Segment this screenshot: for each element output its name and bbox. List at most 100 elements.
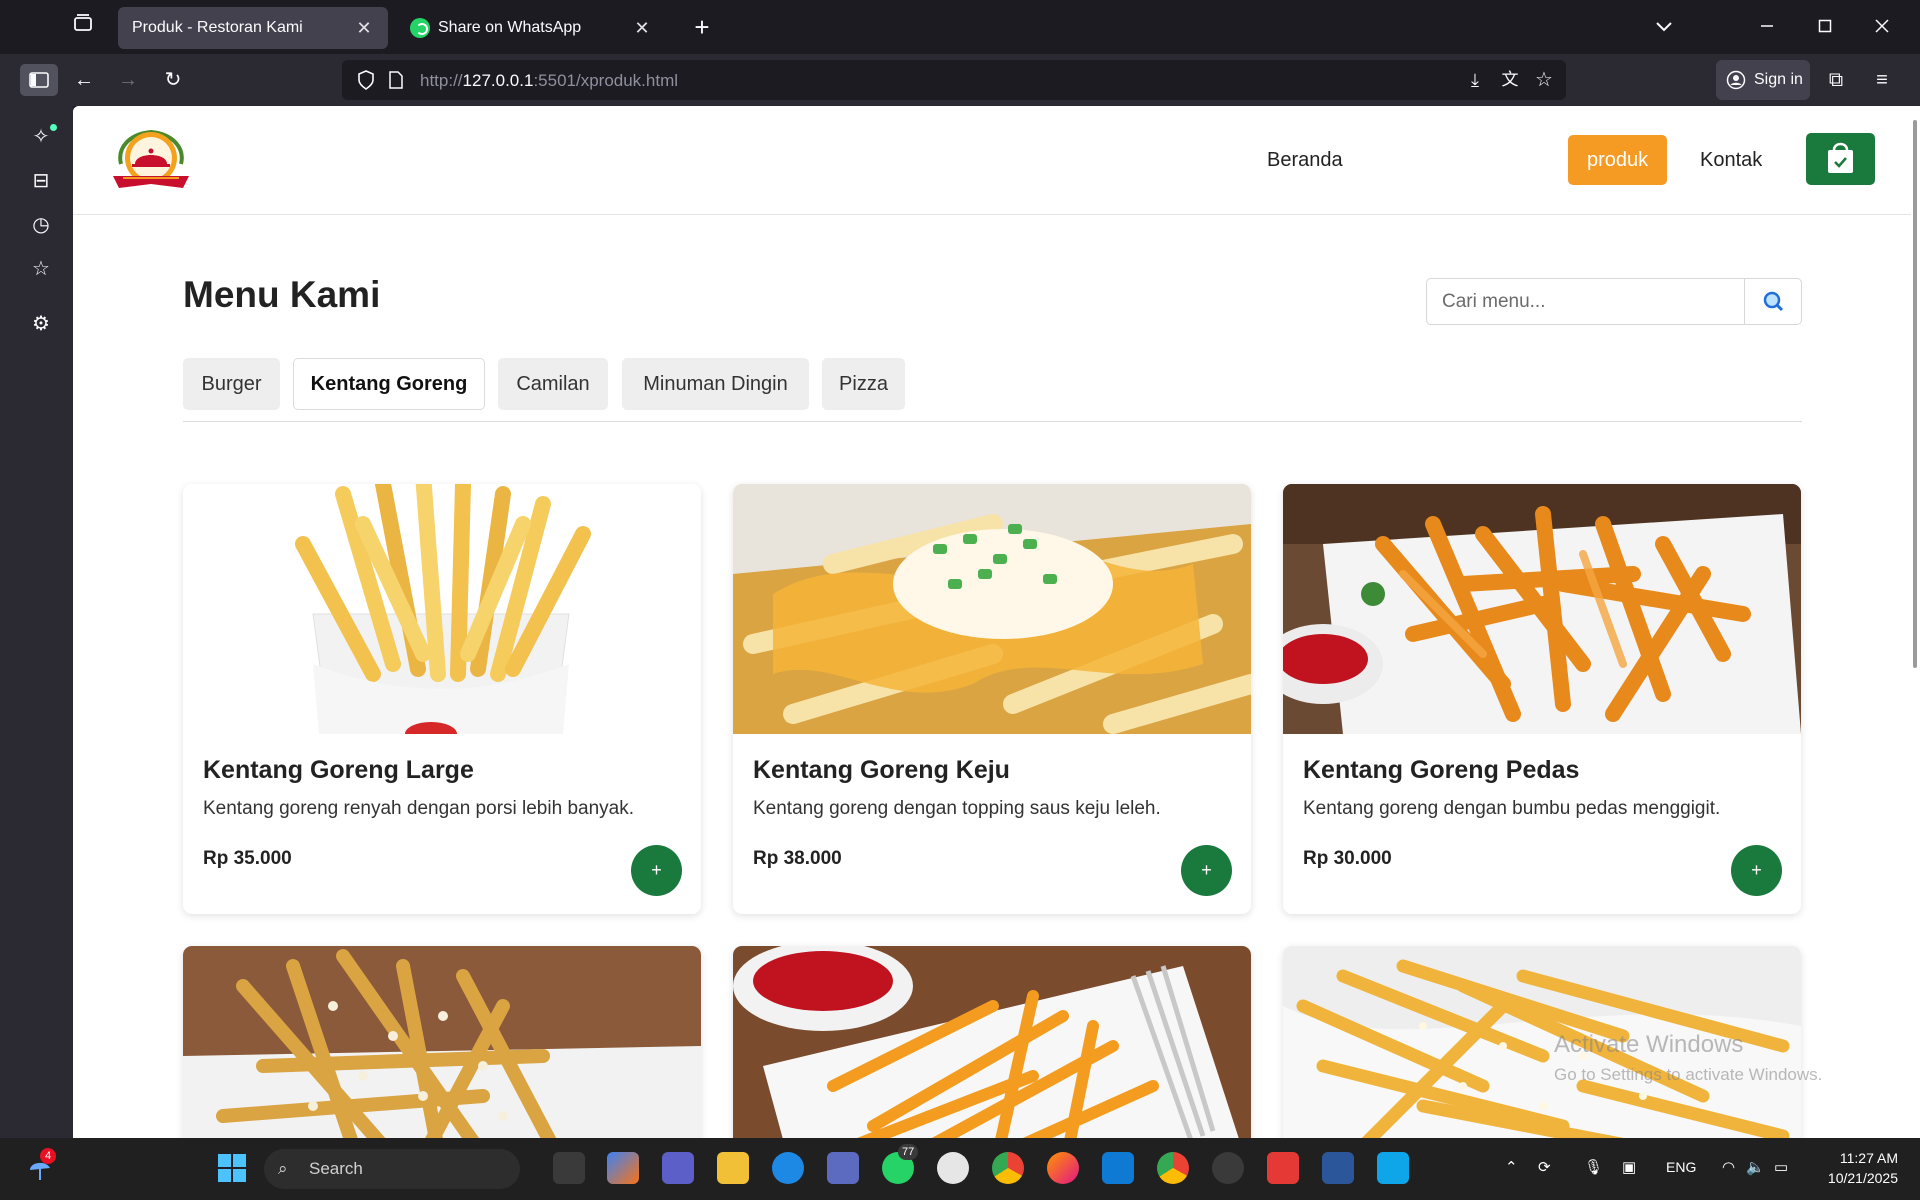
browser-sidebar: ✧ ⊟ ◷ ☆ ⚙ xyxy=(0,106,73,1138)
back-icon[interactable]: ← xyxy=(68,64,100,96)
category-tab-minuman-dingin[interactable]: Minuman Dingin xyxy=(622,358,809,410)
tab-overview-icon[interactable] xyxy=(68,12,98,43)
start-windows-icon[interactable] xyxy=(216,1152,248,1184)
teams-icon[interactable] xyxy=(662,1152,694,1184)
site-header: Beranda produk Kontak xyxy=(73,106,1911,215)
new-tab-icon[interactable]: + xyxy=(687,12,717,42)
translate-icon[interactable]: 文 xyxy=(1494,64,1526,96)
product-card: Kentang Goreng Keju Kentang goreng denga… xyxy=(733,484,1251,914)
search-icon xyxy=(1745,291,1802,328)
microsoft-store-icon[interactable] xyxy=(827,1152,859,1184)
nav-kontak[interactable]: Kontak xyxy=(1681,135,1781,185)
microphone-icon[interactable]: 🎙 xyxy=(1584,1158,1603,1176)
product-price: Rp 30.000 xyxy=(1303,848,1392,869)
notification-badge: 77 xyxy=(898,1144,919,1160)
word-icon[interactable] xyxy=(1322,1152,1354,1184)
category-divider xyxy=(183,421,1802,422)
synced-tabs-icon[interactable]: ⊟ xyxy=(24,164,58,198)
scrollbar-thumb[interactable] xyxy=(1913,120,1917,668)
clock-date[interactable]: 10/21/2025 xyxy=(1814,1170,1898,1186)
task-view-icon[interactable] xyxy=(553,1152,585,1184)
forward-icon: → xyxy=(118,69,138,91)
add-to-cart-button[interactable]: + xyxy=(631,845,682,896)
page-icon xyxy=(380,64,412,96)
copilot-icon[interactable] xyxy=(607,1152,639,1184)
list-tabs-chevron-icon[interactable] xyxy=(1649,12,1679,42)
volume-icon[interactable]: 🔈 xyxy=(1746,1158,1765,1176)
maximize-icon[interactable] xyxy=(1810,12,1840,42)
add-to-cart-button[interactable]: + xyxy=(1181,845,1232,896)
ai-chatbot-icon[interactable]: ✧ xyxy=(24,120,58,154)
chrome-profile-icon[interactable] xyxy=(1157,1152,1189,1184)
tab-whatsapp[interactable]: Share on WhatsApp ✕ xyxy=(396,7,666,49)
edge-icon[interactable] xyxy=(772,1152,804,1184)
history-icon[interactable]: ◷ xyxy=(24,208,58,242)
language-indicator[interactable]: ENG xyxy=(1666,1159,1696,1175)
chrome-icon[interactable] xyxy=(992,1152,1024,1184)
windows-taskbar: 4 ⌕ Search 77 ⌃ ⟳ 🎙 ▣ ENG ◠ 🔈 ▭ 11:27 AM… xyxy=(0,1138,1920,1200)
category-tab-camilan[interactable]: Camilan xyxy=(498,358,608,410)
page-scrollbar[interactable] xyxy=(1911,106,1920,1138)
product-card xyxy=(733,946,1251,1138)
weather-widget-icon[interactable]: 4 xyxy=(26,1148,58,1184)
window-close-icon[interactable] xyxy=(1867,12,1897,42)
browser-tab-bar: Produk - Restoran Kami ✕ Share on WhatsA… xyxy=(0,0,1920,54)
menu-icon[interactable]: ≡ xyxy=(1866,64,1898,96)
product-image-fries-large xyxy=(183,484,701,746)
whatsapp-taskbar-icon[interactable]: 77 xyxy=(882,1144,919,1184)
product-name: Kentang Goreng Keju xyxy=(753,756,1010,784)
search-button[interactable] xyxy=(1744,279,1801,324)
category-tab-burger[interactable]: Burger xyxy=(183,358,280,410)
wifi-icon[interactable]: ◠ xyxy=(1722,1158,1735,1176)
product-name: Kentang Goreng Pedas xyxy=(1303,756,1580,784)
close-tab-icon[interactable]: ✕ xyxy=(632,18,652,39)
search-input[interactable] xyxy=(1428,280,1744,323)
github-icon[interactable] xyxy=(937,1152,969,1184)
tab-title: Produk - Restoran Kami xyxy=(132,19,303,36)
clock-time[interactable]: 11:27 AM xyxy=(1820,1150,1898,1166)
sidebar-toggle-icon[interactable] xyxy=(20,64,58,96)
bookmarks-icon[interactable]: ☆ xyxy=(24,252,58,286)
display-icon[interactable]: ▣ xyxy=(1622,1158,1636,1176)
restaurant-logo[interactable] xyxy=(107,124,195,196)
address-bar[interactable]: http://127.0.0.1:5501/xproduk.html ⤓ 文 ☆ xyxy=(342,60,1566,100)
product-image-fries-garlic xyxy=(183,946,701,1138)
cart-button[interactable] xyxy=(1806,133,1875,185)
nav-produk[interactable]: produk xyxy=(1568,135,1668,185)
product-name: Kentang Goreng Large xyxy=(203,756,474,784)
extensions-icon[interactable]: ⧉ xyxy=(1820,64,1852,96)
page-title: Menu Kami xyxy=(183,274,381,315)
tab-produk[interactable]: Produk - Restoran Kami ✕ xyxy=(118,7,388,49)
taskbar-search-box[interactable]: ⌕ Search xyxy=(264,1149,520,1189)
search-icon: ⌕ xyxy=(278,1159,288,1178)
notification-badge: 4 xyxy=(40,1148,56,1164)
sync-icon[interactable]: ⟳ xyxy=(1538,1158,1551,1176)
settings-gear-icon[interactable]: ⚙ xyxy=(24,307,58,341)
whatsapp-icon xyxy=(410,18,430,38)
firefox-icon[interactable] xyxy=(1047,1152,1079,1184)
web-page: Beranda produk Kontak Menu Kami Burger K… xyxy=(73,106,1911,1138)
add-to-cart-button[interactable]: + xyxy=(1731,845,1782,896)
save-to-pocket-icon[interactable]: ⤓ xyxy=(1459,64,1491,96)
product-image-fries-spicy xyxy=(1283,484,1801,734)
sign-in-button[interactable]: Sign in xyxy=(1716,60,1810,100)
product-price: Rp 35.000 xyxy=(203,848,292,869)
photos-icon[interactable] xyxy=(1377,1152,1409,1184)
obs-icon[interactable] xyxy=(1212,1152,1244,1184)
vscode-icon[interactable] xyxy=(1102,1152,1134,1184)
shield-icon[interactable] xyxy=(350,64,382,96)
youtube-app-icon[interactable] xyxy=(1267,1152,1299,1184)
file-explorer-icon[interactable] xyxy=(717,1152,749,1184)
reload-icon[interactable]: ↻ xyxy=(157,64,189,96)
nav-beranda[interactable]: Beranda xyxy=(1248,135,1362,185)
minimize-icon[interactable] xyxy=(1752,12,1782,42)
close-tab-icon[interactable]: ✕ xyxy=(354,18,374,39)
category-tab-kentang-goreng[interactable]: Kentang Goreng xyxy=(293,358,485,410)
show-hidden-icons-chevron-icon[interactable]: ⌃ xyxy=(1505,1158,1518,1176)
product-price: Rp 38.000 xyxy=(753,848,842,869)
activate-windows-subtitle: Go to Settings to activate Windows. xyxy=(1554,1065,1823,1084)
battery-icon[interactable]: ▭ xyxy=(1774,1158,1788,1176)
category-tab-pizza[interactable]: Pizza xyxy=(822,358,905,410)
product-description: Kentang goreng dengan topping saus keju … xyxy=(753,798,1161,819)
bookmark-star-icon[interactable]: ☆ xyxy=(1528,64,1560,96)
